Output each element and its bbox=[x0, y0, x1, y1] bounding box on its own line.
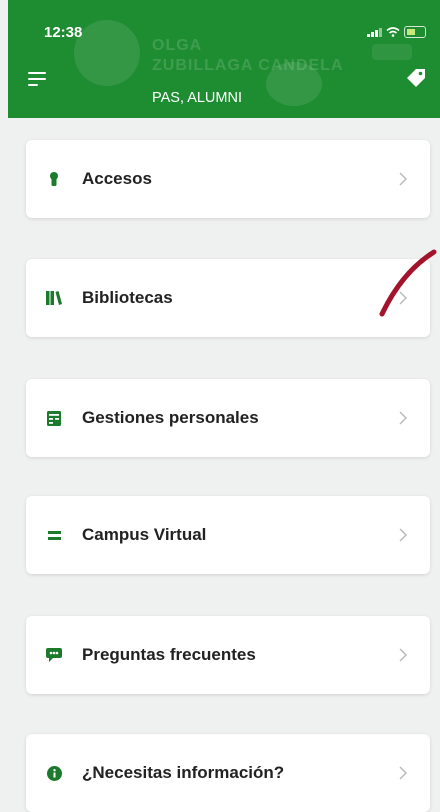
menu-item-accesos[interactable]: Accesos bbox=[26, 140, 430, 218]
avatar bbox=[74, 20, 140, 86]
chevron-right-icon bbox=[399, 411, 407, 425]
menu-item-campus-virtual[interactable]: Campus Virtual bbox=[26, 496, 430, 574]
chevron-right-icon bbox=[399, 766, 407, 780]
pill-placeholder bbox=[372, 44, 412, 60]
keyhole-icon bbox=[46, 171, 62, 187]
status-time: 12:38 bbox=[44, 24, 83, 41]
menu-item-label: Accesos bbox=[82, 169, 152, 188]
annotation-stroke bbox=[379, 249, 437, 317]
hamburger-menu-icon[interactable] bbox=[28, 72, 46, 86]
tag-icon[interactable] bbox=[404, 66, 428, 90]
battery-icon bbox=[404, 26, 426, 38]
menu-item-label: ¿Necesitas información? bbox=[82, 763, 285, 782]
menu-item-bibliotecas[interactable]: Bibliotecas bbox=[26, 259, 430, 337]
menu-item-label: Gestiones personales bbox=[82, 408, 259, 427]
speech-bubble-icon bbox=[46, 647, 62, 663]
menu-item-preguntas-frecuentes[interactable]: Preguntas frecuentes bbox=[26, 616, 430, 694]
chevron-right-icon bbox=[399, 172, 407, 186]
menu-item-label: Campus Virtual bbox=[82, 525, 207, 544]
signal-icon bbox=[367, 27, 382, 37]
user-roles: PAS, ALUMNI bbox=[152, 90, 242, 106]
info-icon bbox=[46, 765, 62, 781]
chevron-right-icon bbox=[399, 528, 407, 542]
user-name-first: OLGA bbox=[152, 37, 203, 54]
chevron-right-icon bbox=[399, 648, 407, 662]
ledger-icon bbox=[46, 410, 62, 426]
badge-placeholder bbox=[266, 62, 322, 106]
app-header: OLGA ZUBILLAGA CANDELA 12:38 PAS, ALUMNI bbox=[8, 0, 440, 118]
menu-item-label: Bibliotecas bbox=[82, 288, 173, 307]
equals-icon bbox=[46, 527, 62, 543]
status-icons bbox=[367, 26, 426, 38]
wifi-icon bbox=[386, 27, 400, 37]
menu-item-gestiones-personales[interactable]: Gestiones personales bbox=[26, 379, 430, 457]
menu-item-label: Preguntas frecuentes bbox=[82, 645, 256, 664]
books-icon bbox=[46, 290, 62, 306]
menu-item-necesitas-informacion[interactable]: ¿Necesitas información? bbox=[26, 734, 430, 812]
